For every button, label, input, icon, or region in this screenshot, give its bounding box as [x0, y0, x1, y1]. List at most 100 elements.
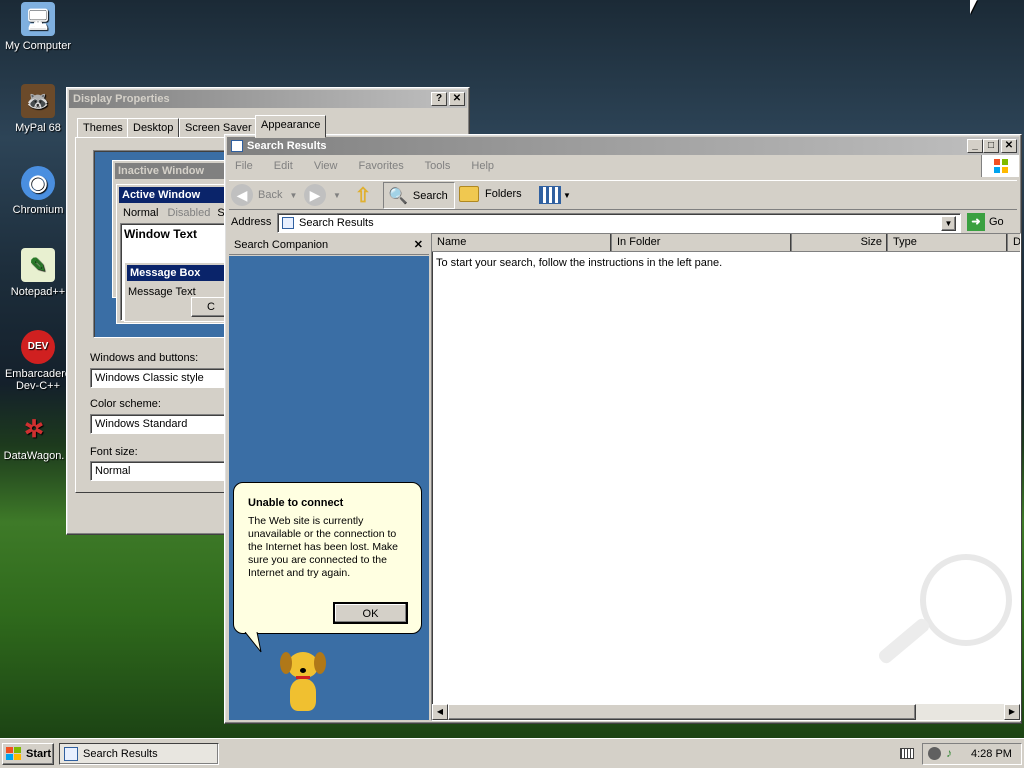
search-results-icon — [64, 747, 78, 761]
tab-appearance[interactable]: Appearance — [255, 115, 327, 138]
menu-view[interactable]: View — [314, 160, 338, 172]
column-label: In Folder — [617, 236, 661, 248]
magnifier-watermark-handle — [876, 616, 932, 666]
magnifier-icon: 🔍 — [388, 187, 408, 205]
search-button[interactable]: 🔍 Search — [383, 182, 455, 209]
views-grid-icon — [539, 186, 561, 204]
search-companion-header: Search Companion ✕ — [229, 236, 429, 255]
windows-buttons-label: Windows and buttons: — [90, 352, 199, 364]
menu-edit[interactable]: Edit — [274, 160, 293, 172]
start-button[interactable]: Start — [2, 743, 54, 765]
preview-message-box: Message Box Message Text C — [124, 262, 232, 322]
taskbar: Start Search Results ♪ 4:28 PM — [0, 738, 1024, 768]
folders-label: Folders — [485, 188, 522, 200]
scroll-right-button[interactable]: ▶ — [1004, 704, 1020, 720]
column-header-name[interactable]: Name — [432, 234, 612, 252]
desktop-icon-label: Chromium — [12, 204, 64, 216]
chevron-down-icon: ▼ — [289, 190, 298, 200]
menu-tools[interactable]: Tools — [425, 160, 451, 172]
up-folder-button[interactable]: ⇧ — [351, 183, 375, 207]
font-size-select[interactable]: Normal — [90, 461, 230, 481]
column-label: D — [1013, 236, 1021, 248]
start-label: Start — [26, 748, 52, 760]
computer-icon: 🖥 — [21, 2, 55, 36]
maximize-button[interactable]: □ — [983, 139, 999, 153]
forward-button[interactable]: ▶ ▼ — [304, 184, 341, 206]
search-label: Search — [412, 189, 448, 202]
views-button[interactable]: ▼ — [539, 186, 571, 204]
go-label: Go — [989, 216, 1004, 228]
column-header-date[interactable]: D — [1008, 234, 1021, 252]
menu-favorites[interactable]: Favorites — [359, 160, 404, 172]
go-arrow-icon: ➜ — [967, 213, 985, 231]
windows-flag-icon — [6, 747, 21, 760]
menu-help[interactable]: Help — [471, 160, 494, 172]
tab-label: Desktop — [133, 122, 174, 134]
desktop-icon-label: Embarcadero Dev-C++ — [4, 368, 72, 392]
system-tray: ♪ 4:28 PM — [922, 743, 1022, 765]
tab-desktop[interactable]: Desktop — [127, 118, 180, 138]
unable-to-connect-balloon: Unable to connect The Web site is curren… — [233, 482, 422, 634]
tab-label: Appearance — [261, 119, 321, 131]
tab-themes[interactable]: Themes — [77, 118, 129, 138]
taskbar-item-label: Search Results — [83, 748, 158, 760]
address-field[interactable]: Search Results ▼ — [277, 213, 961, 233]
windows-buttons-select[interactable]: Windows Classic style — [90, 368, 230, 388]
folder-icon — [459, 186, 479, 202]
preview-menu-normal: Normal — [123, 207, 159, 219]
desktop-icon-my-computer[interactable]: 🖥 My Computer — [0, 2, 78, 52]
help-button[interactable]: ? — [431, 92, 447, 106]
column-header-in-folder[interactable]: In Folder — [612, 234, 792, 252]
folders-button[interactable]: Folders — [459, 186, 522, 202]
preview-active-title: Active Window — [119, 187, 229, 203]
scroll-thumb[interactable] — [448, 704, 916, 720]
go-button[interactable]: ➜ Go — [967, 213, 1004, 231]
close-icon[interactable]: ✕ — [414, 238, 423, 251]
column-label: Name — [437, 236, 467, 248]
balloon-title: Unable to connect — [248, 497, 344, 509]
color-scheme-select[interactable]: Windows Standard — [90, 414, 230, 434]
balloon-body: The Web site is currently unavailable or… — [248, 515, 399, 579]
clock[interactable]: 4:28 PM — [971, 748, 1012, 760]
window-title-icon — [231, 140, 243, 152]
column-header-type[interactable]: Type — [888, 234, 1008, 252]
toolbar: ◀ Back ▼ ▶ ▼ ⇧ 🔍 Search Folders ▼ — [229, 180, 1017, 210]
keyboard-icon[interactable] — [900, 748, 914, 759]
close-button[interactable]: ✕ — [449, 92, 465, 106]
empty-results-message: To start your search, follow the instruc… — [436, 257, 723, 269]
close-button[interactable]: ✕ — [1001, 139, 1017, 153]
display-properties-titlebar[interactable]: Display Properties ? ✕ — [69, 90, 467, 108]
window-title: Search Results — [247, 140, 327, 152]
address-dropdown-button[interactable]: ▼ — [941, 215, 956, 231]
network-icon[interactable] — [928, 747, 941, 760]
desktop-icon-datawagon[interactable]: ✲ DataWagon. — [0, 412, 74, 463]
horizontal-scrollbar[interactable]: ◀ ▶ — [432, 704, 1020, 720]
forward-arrow-icon: ▶ — [304, 184, 326, 206]
desktop-icon-label: MyPal 68 — [15, 122, 61, 134]
menu-file[interactable]: File — [235, 160, 253, 172]
volume-icon[interactable]: ♪ — [946, 746, 952, 760]
column-header-size[interactable]: Size — [792, 234, 888, 252]
address-label: Address — [231, 216, 272, 228]
mouse-cursor-icon — [970, 0, 984, 14]
search-results-titlebar[interactable]: Search Results _ □ ✕ — [227, 137, 1019, 155]
back-button[interactable]: ◀ Back ▼ — [231, 184, 297, 206]
up-folder-icon: ⇧ — [354, 185, 372, 207]
chevron-down-icon: ▼ — [563, 190, 571, 200]
chromium-icon: ◉ — [21, 166, 55, 200]
preview-inactive-title: Inactive Window — [115, 163, 229, 179]
color-scheme-label: Color scheme: — [90, 398, 161, 410]
column-label: Type — [893, 236, 917, 248]
search-results-window: Search Results _ □ ✕ File Edit View Favo… — [224, 134, 1022, 724]
address-value: Search Results — [299, 217, 374, 229]
ok-button[interactable]: OK — [333, 602, 408, 624]
scroll-left-button[interactable]: ◀ — [432, 704, 448, 720]
mypal-icon: 🦝 — [21, 84, 55, 118]
column-label: Size — [860, 236, 882, 248]
results-list: Name In Folder Size Type D To start your… — [431, 233, 1021, 721]
taskbar-item-search-results[interactable]: Search Results — [59, 743, 219, 765]
search-dog-icon — [278, 646, 328, 714]
chevron-down-icon: ▼ — [333, 190, 341, 200]
devcpp-icon: DEV — [21, 330, 55, 364]
minimize-button[interactable]: _ — [967, 139, 983, 153]
